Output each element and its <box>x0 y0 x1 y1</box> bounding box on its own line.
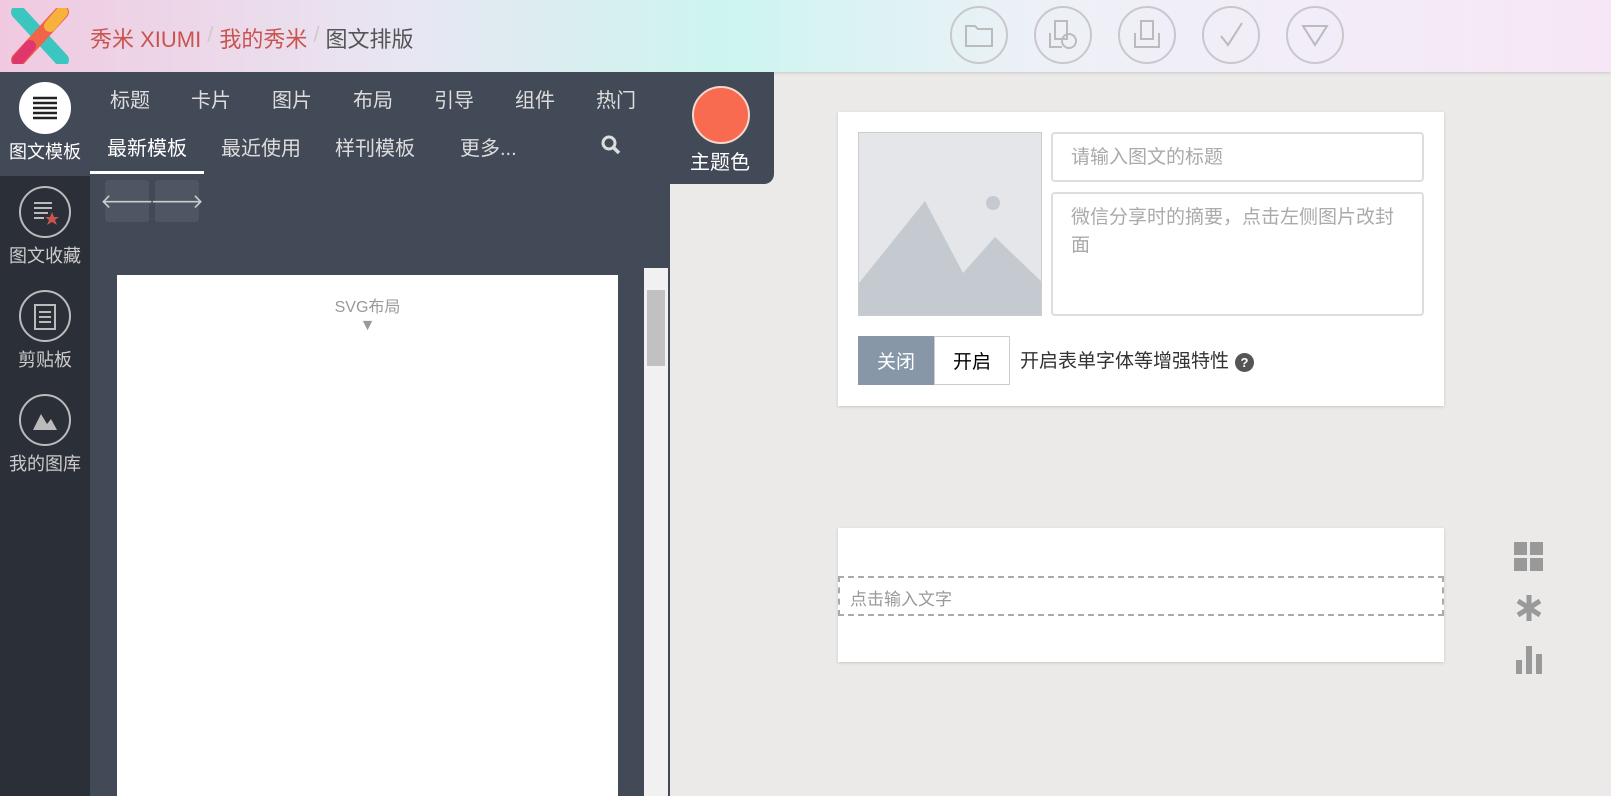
sidebar-label: 图文模板 <box>9 142 81 162</box>
list-icon <box>19 82 71 134</box>
image-settings-icon[interactable] <box>1034 6 1092 64</box>
breadcrumb: 秀米 XIUMI / 我的秀米 / 图文排版 <box>90 22 414 54</box>
xiumi-logo[interactable] <box>10 8 70 64</box>
scrollbar[interactable] <box>644 268 668 796</box>
theme-color-button[interactable] <box>692 86 750 144</box>
category-image[interactable]: 图片 <box>272 84 312 113</box>
tab-latest[interactable]: 最新模板 <box>90 130 204 174</box>
separator: / <box>313 22 320 47</box>
tab-sample[interactable]: 样刊模板 <box>318 130 432 174</box>
title-input[interactable]: 请输入图文的标题 <box>1051 132 1424 182</box>
search-icon[interactable] <box>600 134 622 161</box>
check-icon[interactable] <box>1202 6 1260 64</box>
asterisk-icon[interactable] <box>1514 593 1544 630</box>
grid-icon[interactable] <box>1514 542 1544 579</box>
sidebar: 图文模板 图文收藏 剪贴板 我的图库 <box>0 72 90 796</box>
breadcrumb-my-xiumi[interactable]: 我的秀米 <box>219 22 307 54</box>
gallery-icon <box>19 394 71 446</box>
cover-image[interactable] <box>858 132 1042 316</box>
undo-button[interactable]: 🡐 <box>100 180 154 222</box>
category-hot[interactable]: 热门 <box>596 84 636 113</box>
sidebar-label: 图文收藏 <box>9 246 81 266</box>
help-icon[interactable]: ? <box>1235 353 1255 372</box>
breadcrumb-home[interactable]: 秀米 XIUMI <box>90 22 201 54</box>
sidebar-item-favorites[interactable]: 图文收藏 <box>0 176 90 280</box>
sidebar-item-clipboard[interactable]: 剪贴板 <box>0 280 90 384</box>
top-bar: 秀米 XIUMI / 我的秀米 / 图文排版 <box>0 0 1611 72</box>
toggle-on[interactable]: 开启 <box>934 336 1011 385</box>
tab-recent[interactable]: 最近使用 <box>204 130 318 174</box>
category-layout[interactable]: 布局 <box>353 84 393 113</box>
toggle-label: 开启表单字体等增强特性 <box>1020 351 1230 372</box>
triangle-down-icon[interactable] <box>1286 6 1344 64</box>
category-guide[interactable]: 引导 <box>434 84 474 113</box>
folder-icon[interactable] <box>950 6 1008 64</box>
enhance-toggle[interactable]: 关闭 开启 <box>858 336 1011 385</box>
preview-arrow: ▼ <box>359 317 376 334</box>
sidebar-label: 我的图库 <box>9 454 81 474</box>
sidebar-item-gallery[interactable]: 我的图库 <box>0 384 90 488</box>
tab-more[interactable]: 更多... <box>432 130 534 174</box>
bar-chart-icon[interactable] <box>1514 644 1544 681</box>
toggle-off[interactable]: 关闭 <box>858 336 935 385</box>
category-component[interactable]: 组件 <box>515 84 555 113</box>
article-settings-card: 请输入图文的标题 微信分享时的摘要，点击左侧图片改封面 关闭 开启 开启表单字体… <box>838 112 1444 406</box>
print-icon[interactable] <box>1118 6 1176 64</box>
redo-button[interactable]: 🡒 <box>150 180 204 222</box>
theme-color-label: 主题色 <box>690 152 750 174</box>
clipboard-icon <box>19 290 71 342</box>
summary-input[interactable]: 微信分享时的摘要，点击左侧图片改封面 <box>1051 192 1424 316</box>
text-input[interactable]: 点击输入文字 <box>838 576 1444 616</box>
category-title[interactable]: 标题 <box>110 84 150 113</box>
template-preview[interactable]: SVG布局 ▼ <box>117 275 618 796</box>
favorites-icon <box>19 186 71 238</box>
scrollbar-thumb[interactable] <box>647 290 665 366</box>
sidebar-item-templates[interactable]: 图文模板 <box>0 72 90 176</box>
sidebar-label: 剪贴板 <box>18 350 72 370</box>
separator: / <box>207 22 214 47</box>
content-editor: 点击输入文字 <box>838 528 1444 662</box>
preview-label: SVG布局 <box>334 299 401 316</box>
breadcrumb-current: 图文排版 <box>325 27 414 52</box>
category-card[interactable]: 卡片 <box>191 84 231 113</box>
